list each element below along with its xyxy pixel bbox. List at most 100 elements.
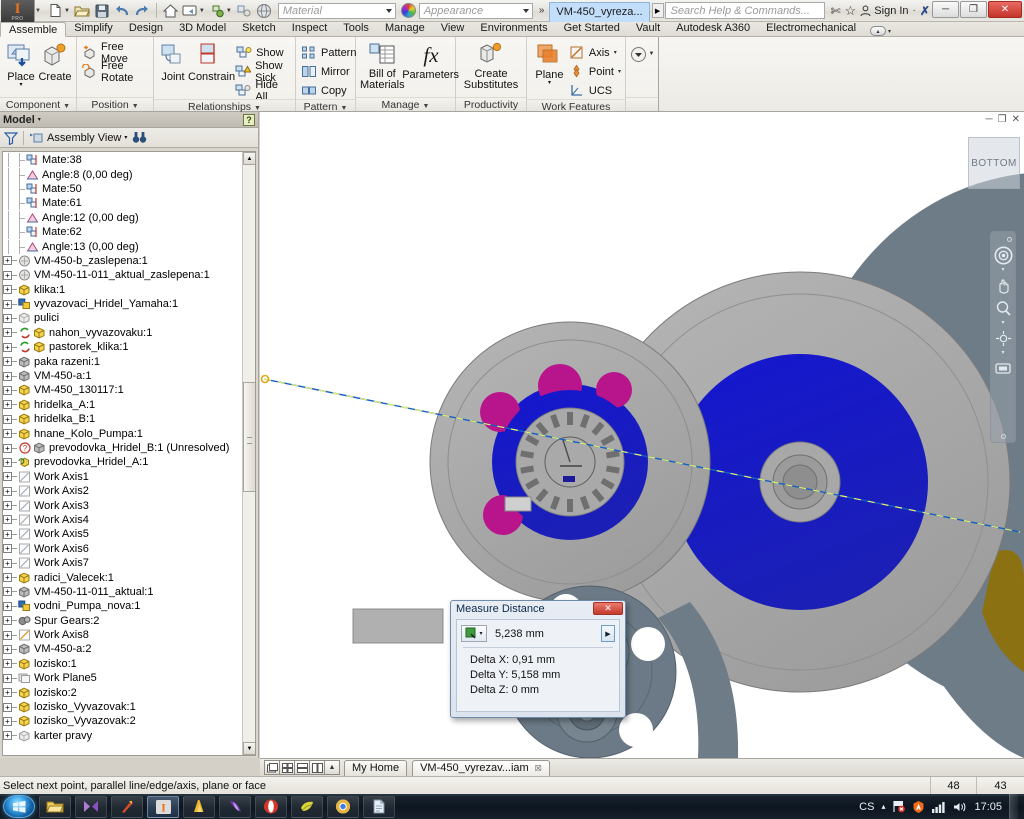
qat-overflow-icon[interactable]: »: [539, 5, 544, 16]
tree-expand-toggle[interactable]: +: [3, 270, 12, 280]
tree-row[interactable]: + VM-450_130117:1: [3, 383, 242, 397]
constrain-button[interactable]: Constrain: [188, 40, 235, 83]
assembly-view-dropdown[interactable]: Assembly View ▾: [29, 131, 127, 145]
tree-expand-toggle[interactable]: +: [3, 558, 12, 568]
select-icon[interactable]: [235, 1, 254, 20]
tree-expand-toggle[interactable]: +: [3, 443, 12, 453]
tree-expand-toggle[interactable]: +: [3, 544, 12, 554]
tree-row[interactable]: + lozisko:1: [3, 657, 242, 671]
tree-row[interactable]: + radici_Valecek:1: [3, 570, 242, 584]
point-button[interactable]: Point ▾: [568, 63, 621, 80]
tree-row[interactable]: + Work Axis6: [3, 542, 242, 556]
show-desktop-button[interactable]: [1009, 794, 1018, 819]
joint-button[interactable]: Joint: [158, 40, 188, 83]
tree-expand-toggle[interactable]: +: [3, 515, 12, 525]
tree-row[interactable]: + pastorek_klika:1: [3, 340, 242, 354]
tab-3d-model[interactable]: 3D Model: [171, 21, 234, 36]
look-at-icon[interactable]: [993, 358, 1013, 378]
create-component-button[interactable]: Create: [38, 40, 72, 83]
appearance-dropdown-arrow-icon[interactable]: [522, 8, 529, 13]
panel-title-position[interactable]: Position ▼: [77, 97, 153, 111]
tree-expand-toggle[interactable]: +: [3, 702, 12, 712]
ribbon-minimize-caret-icon[interactable]: ▾: [888, 28, 891, 35]
browser-title-bar[interactable]: Model ▾ ?: [0, 112, 258, 128]
tab-close-icon[interactable]: ☒: [535, 764, 542, 773]
update-icon[interactable]: [208, 1, 227, 20]
tree-row[interactable]: + lozisko:2: [3, 685, 242, 699]
tree-row[interactable]: Angle:8 (0,00 deg): [3, 167, 242, 182]
new-document-icon[interactable]: [46, 1, 65, 20]
viewport-minimize-button[interactable]: ─: [986, 115, 993, 125]
axis-caret-icon[interactable]: ▾: [614, 49, 617, 56]
home-icon[interactable]: [161, 1, 180, 20]
application-menu-button[interactable]: I PRO: [1, 0, 35, 22]
tree-expand-toggle[interactable]: +: [3, 285, 12, 295]
tree-expand-toggle[interactable]: +: [3, 256, 12, 266]
show-relationships-button[interactable]: Show: [235, 44, 291, 61]
tab-manage[interactable]: Manage: [377, 21, 433, 36]
document-icon[interactable]: [363, 795, 395, 818]
view-grid-button[interactable]: [279, 760, 295, 775]
browser-title-caret-icon[interactable]: ▾: [38, 116, 41, 123]
floppy-disk-icon[interactable]: [93, 1, 112, 20]
tree-expand-toggle[interactable]: +: [3, 659, 12, 669]
tree-expand-toggle[interactable]: +: [3, 716, 12, 726]
place-component-dropdown-icon[interactable]: ▾: [19, 82, 22, 88]
file-explorer-icon[interactable]: [39, 795, 71, 818]
acrobat-icon[interactable]: [183, 795, 215, 818]
tree-expand-toggle[interactable]: +: [3, 587, 12, 597]
tab-assemble[interactable]: Assemble: [0, 22, 67, 37]
binoculars-icon[interactable]: [132, 131, 147, 144]
material-sphere-icon[interactable]: [255, 1, 274, 20]
media-player-icon[interactable]: [75, 795, 107, 818]
tray-expand-icon[interactable]: ▴: [881, 802, 885, 811]
opera-icon[interactable]: [255, 795, 287, 818]
visibility-caret-icon[interactable]: ▼: [649, 51, 655, 57]
autodesk-x-icon[interactable]: ✗: [920, 4, 930, 18]
tree-row[interactable]: + VM-450-a:2: [3, 642, 242, 656]
sign-in-caret-icon[interactable]: ·: [913, 5, 916, 16]
tree-expand-toggle[interactable]: +: [3, 601, 12, 611]
mirror-button[interactable]: Mirror: [300, 63, 356, 80]
unknown-app-icon[interactable]: [111, 795, 143, 818]
tree-row[interactable]: + pulici: [3, 311, 242, 325]
browser-help-icon[interactable]: ?: [243, 113, 255, 126]
tab-inspect[interactable]: Inspect: [284, 21, 335, 36]
bill-of-materials-button[interactable]: Bill of Materials: [360, 40, 405, 91]
sign-in-button[interactable]: Sign In: [860, 5, 909, 17]
tree-row[interactable]: + VM-450-11-011_aktual:1: [3, 585, 242, 599]
view-more-button[interactable]: ▲: [324, 760, 340, 775]
tree-row[interactable]: Mate:62: [3, 225, 242, 240]
steering-wheel-caret-icon[interactable]: ▾: [1001, 267, 1004, 273]
viewport-restore-button[interactable]: ❐: [998, 115, 1007, 125]
tree-expand-toggle[interactable]: +: [3, 573, 12, 583]
material-dropdown-arrow-icon[interactable]: [385, 8, 392, 13]
tree-expand-toggle[interactable]: +: [3, 328, 12, 338]
model-tree[interactable]: Mate:38 Angle:8 (0,00 deg) Mate:50 Mate:61 A…: [2, 151, 256, 756]
tree-expand-toggle[interactable]: +: [3, 400, 12, 410]
tree-row[interactable]: + Work Axis1: [3, 470, 242, 484]
windows-start-orb[interactable]: [3, 795, 35, 818]
tree-row[interactable]: +? prevodovka_Hridel_B:1 (Unresolved): [3, 441, 242, 455]
tab-view[interactable]: View: [433, 21, 473, 36]
tree-row[interactable]: + klika:1: [3, 283, 242, 297]
tree-expand-toggle[interactable]: +: [3, 644, 12, 654]
tree-row[interactable]: + lozisko_Vyvazovak:1: [3, 700, 242, 714]
tree-row[interactable]: + Work Axis3: [3, 498, 242, 512]
tree-row[interactable]: + vyvazovaci_Hridel_Yamaha:1: [3, 297, 242, 311]
chrome-icon[interactable]: [327, 795, 359, 818]
tree-row[interactable]: + hridelka_B:1: [3, 412, 242, 426]
hide-all-button[interactable]: Hide All: [235, 79, 291, 103]
tree-row[interactable]: Mate:50: [3, 181, 242, 196]
network-signal-icon[interactable]: [932, 801, 946, 813]
tree-row[interactable]: + VM-450-a:1: [3, 369, 242, 383]
tree-row[interactable]: + prevodovka_Hridel_A:1: [3, 455, 242, 469]
tree-row[interactable]: + Work Axis4: [3, 513, 242, 527]
parameters-button[interactable]: fx Parameters: [402, 40, 459, 81]
measure-value-field[interactable]: 5,238 mm: [490, 625, 598, 642]
model-tree-scrollbar[interactable]: ▲ ▼: [242, 152, 255, 755]
view-horizontal-button[interactable]: [294, 760, 310, 775]
tree-row[interactable]: + hridelka_A:1: [3, 398, 242, 412]
tree-expand-toggle[interactable]: +: [3, 673, 12, 683]
tree-row[interactable]: + VM-450-11-011_aktual_zaslepena:1: [3, 268, 242, 282]
